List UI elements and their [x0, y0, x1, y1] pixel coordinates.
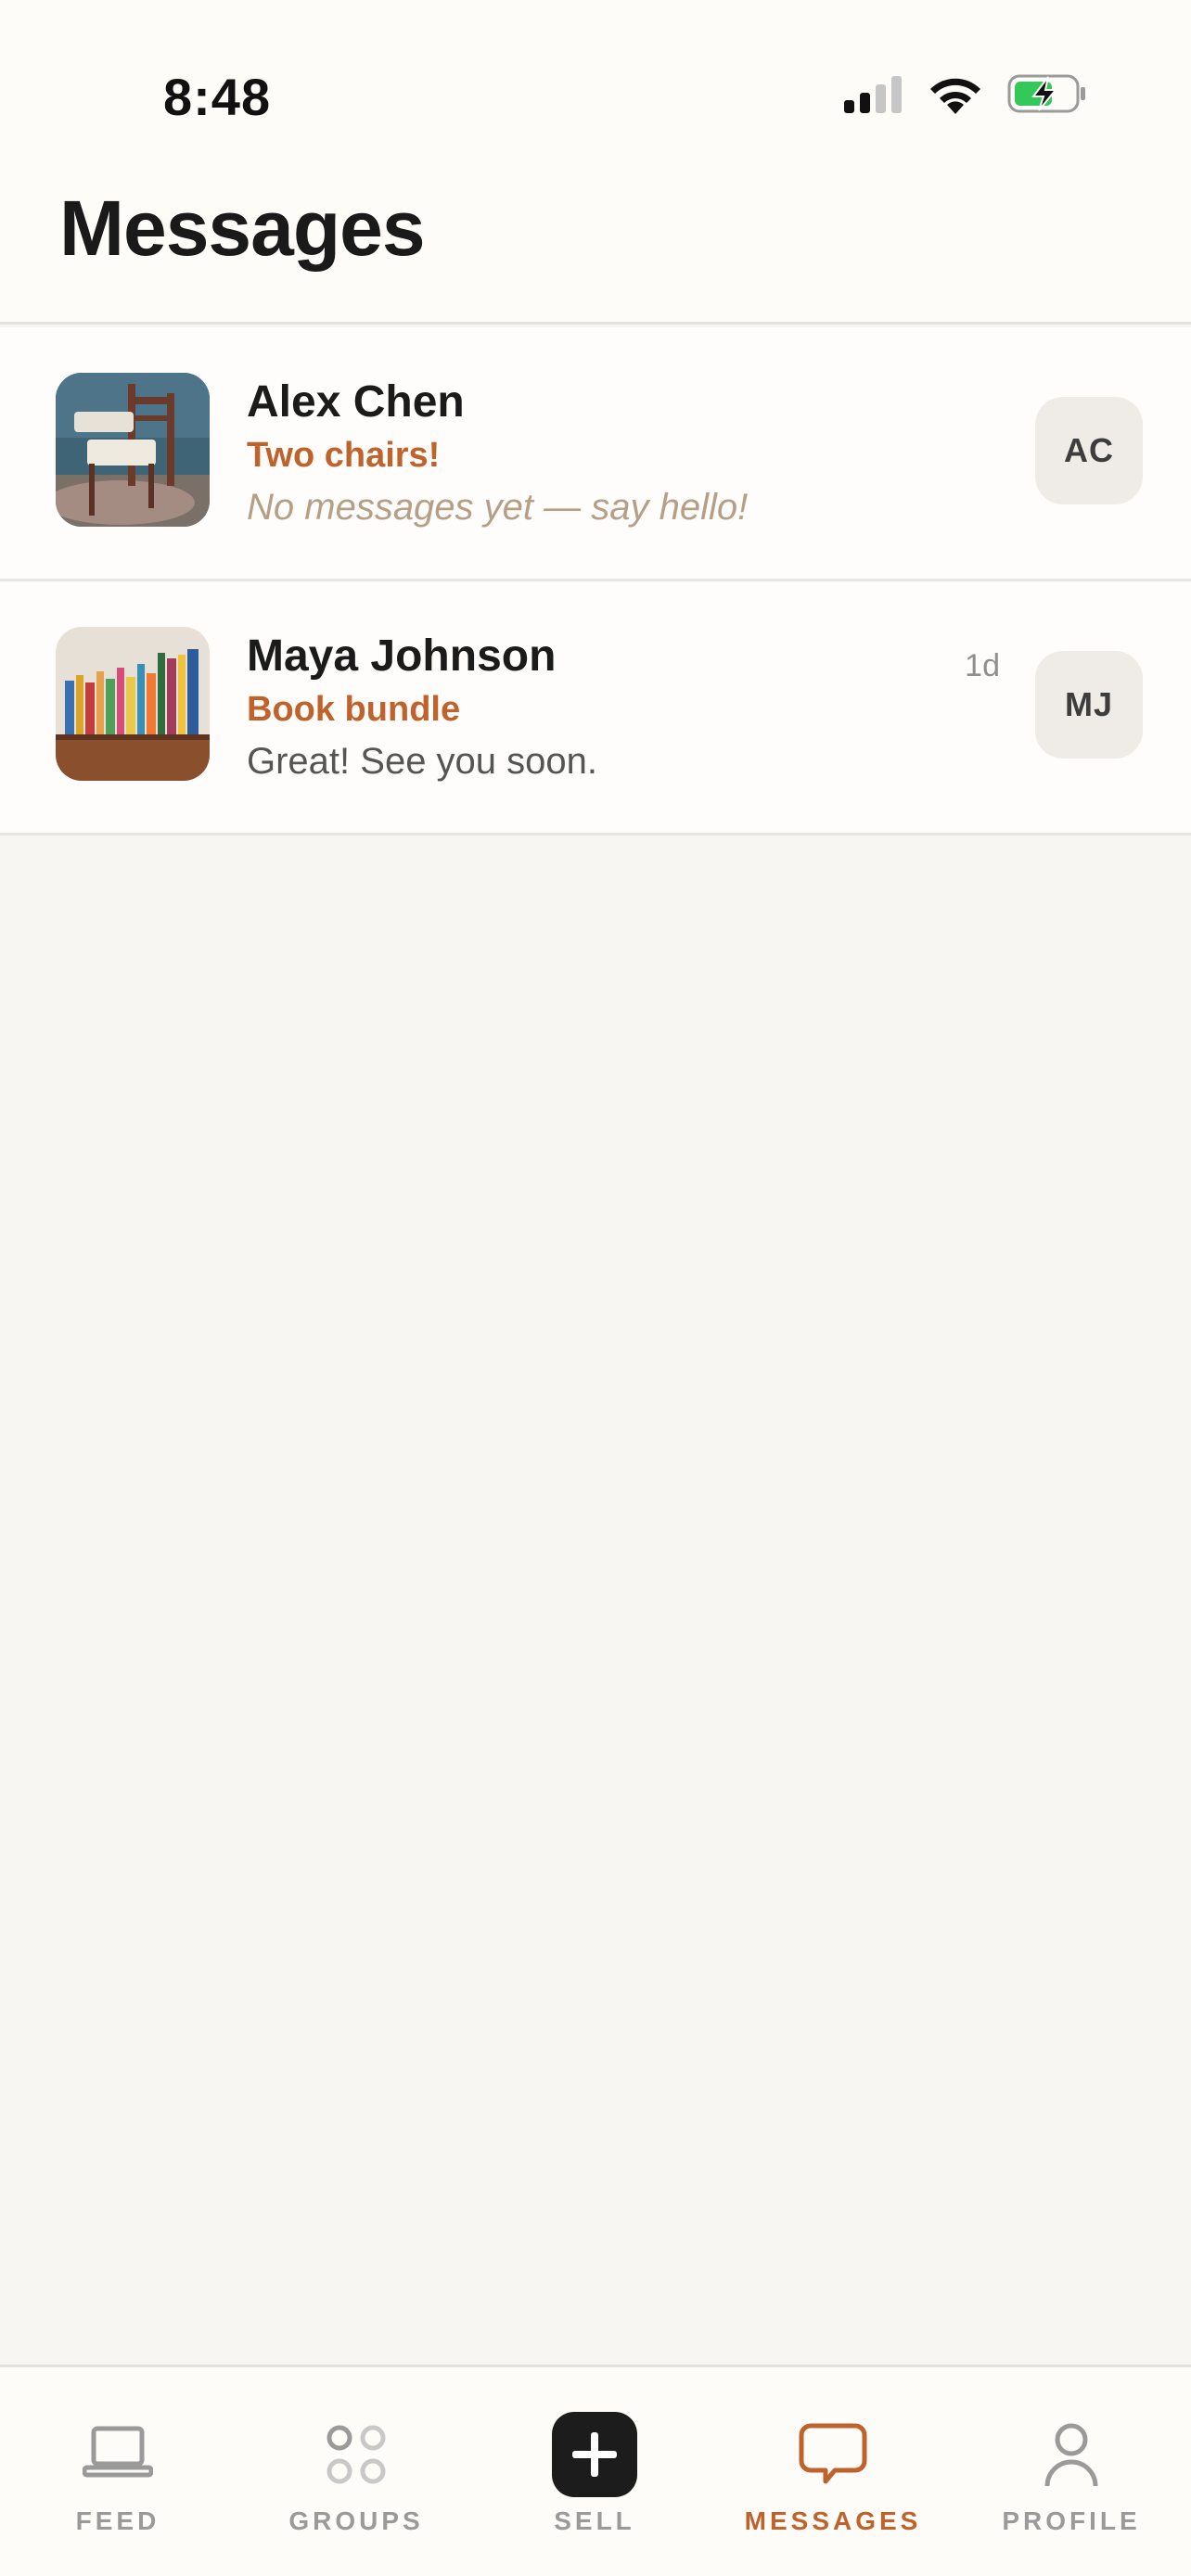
tab-label: GROUPS	[288, 2506, 424, 2535]
contact-name: Alex Chen	[247, 377, 465, 427]
message-preview: Great! See you soon.	[247, 741, 598, 782]
tab-sell[interactable]: SELL	[502, 2367, 687, 2553]
tab-bar: FEED GROUPS SELL MESSAGES PROFILE	[0, 2365, 1191, 2576]
status-time: 8:48	[163, 68, 272, 126]
listing-thumbnail-books	[56, 627, 210, 781]
message-preview: No messages yet — say hello!	[247, 487, 749, 528]
battery-charging-icon	[1007, 73, 1087, 119]
status-bar: 8:48	[0, 0, 1191, 176]
messages-screen: 8:48 Messages Alex Chen Two chairs! No m…	[0, 0, 1191, 2576]
plus-icon	[550, 2410, 639, 2499]
conversation-row[interactable]: Alex Chen Two chairs! No messages yet — …	[0, 327, 1191, 581]
contact-name: Maya Johnson	[247, 631, 557, 681]
avatar: AC	[1035, 397, 1143, 504]
conversation-text: Alex Chen Two chairs! No messages yet — …	[247, 376, 1007, 533]
person-icon	[1027, 2410, 1116, 2499]
tab-profile[interactable]: PROFILE	[979, 2367, 1164, 2553]
tab-label: SELL	[554, 2506, 635, 2535]
tab-feed[interactable]: FEED	[25, 2367, 211, 2553]
status-icons	[844, 70, 1087, 121]
conversation-row[interactable]: Maya Johnson Book bundle Great! See you …	[0, 581, 1191, 835]
page-title: Messages	[59, 185, 426, 272]
listing-title: Two chairs!	[247, 436, 441, 475]
avatar: MJ	[1035, 651, 1143, 759]
tab-groups[interactable]: GROUPS	[263, 2367, 449, 2553]
groups-dots-icon	[312, 2410, 401, 2499]
chat-bubble-icon	[788, 2410, 877, 2499]
wifi-icon	[928, 73, 983, 119]
tab-messages[interactable]: MESSAGES	[740, 2367, 926, 2553]
message-timestamp: 1d	[965, 648, 1000, 683]
listing-thumbnail-chairs	[56, 373, 210, 527]
conversation-list: Alex Chen Two chairs! No messages yet — …	[0, 327, 1191, 835]
conversation-text: Maya Johnson Book bundle Great! See you …	[247, 630, 1007, 787]
header: Messages	[0, 176, 1191, 325]
tab-label: PROFILE	[1002, 2506, 1141, 2535]
listing-title: Book bundle	[247, 690, 461, 729]
laptop-icon	[73, 2410, 162, 2499]
tab-label: MESSAGES	[744, 2506, 922, 2535]
tab-label: FEED	[75, 2506, 160, 2535]
cellular-signal-icon	[844, 74, 903, 118]
